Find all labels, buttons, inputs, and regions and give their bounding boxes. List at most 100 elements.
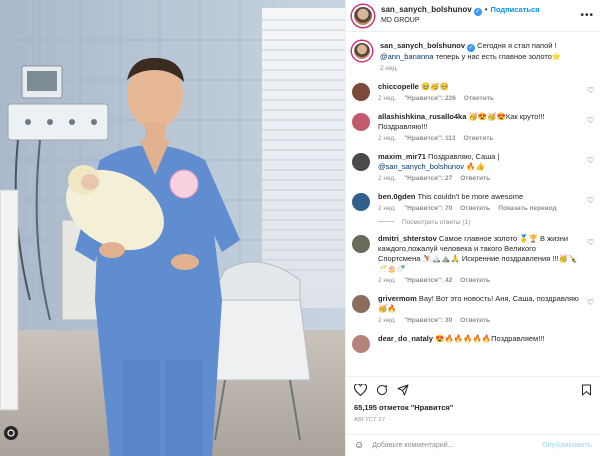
comment-username[interactable]: allashishkina_rusallo4ka xyxy=(378,112,466,121)
heart-icon[interactable]: ♡ xyxy=(587,298,594,307)
hospital-photo-illustration xyxy=(0,0,345,456)
instagram-post: san_sanych_bolshunov ✓ • Подписаться MD GRO… xyxy=(0,0,600,456)
comment-item: chiccopelle 🥹🥳🥺 2 нед. "Нравится": 226 Отв… xyxy=(352,82,594,104)
caption-time[interactable]: 2 нед. xyxy=(380,65,398,72)
heart-icon[interactable]: ♡ xyxy=(587,196,594,205)
comment-meta: 2 нед. "Нравится": 30 Ответить xyxy=(378,317,580,326)
save-icon[interactable] xyxy=(581,384,592,396)
comment-time[interactable]: 2 нед. xyxy=(378,277,396,284)
reply-button[interactable]: Ответить xyxy=(460,277,490,284)
comment-body: maxim_mir71 Поздравляю, Саша | @san_sany… xyxy=(378,152,594,184)
comment-username[interactable]: chiccopelle xyxy=(378,82,419,91)
comment-time[interactable]: 2 нед. xyxy=(378,317,396,324)
comment-mention[interactable]: @san_sanych_bolshunov xyxy=(378,162,464,171)
comment-body: chiccopelle 🥹🥳🥺 2 нед. "Нравится": 226 Отв… xyxy=(378,82,594,104)
caption-mention[interactable]: @ann_bananna xyxy=(380,52,434,61)
comment-body: dmitri_shterstov Самое главное золото 🥇🏆… xyxy=(378,234,594,286)
comment-meta: 2 нед. "Нравится": 70 Ответить Показать пер… xyxy=(378,205,580,214)
comment-likes[interactable]: "Нравится": 30 xyxy=(404,317,452,324)
comment-meta: 2 нед. "Нравится": 42 Ответить xyxy=(378,277,580,286)
comment-likes[interactable]: "Нравится": 42 xyxy=(404,277,452,284)
view-replies-button[interactable]: Посмотреть ответы (1) xyxy=(378,219,594,226)
commenter-avatar[interactable] xyxy=(352,234,370,253)
comment-item: dmitri_shterstov Самое главное золото 🥇🏆… xyxy=(352,234,594,286)
commenter-avatar[interactable] xyxy=(352,192,370,211)
avatar[interactable] xyxy=(352,4,374,27)
comment-text: This couldn't be more awesome xyxy=(417,191,524,201)
caption: san_sanych_bolshunov ✓ Сегодня я стал пап… xyxy=(352,41,594,74)
comment-item: dear_do_nataly 😍🔥🔥🔥🔥🔥Поздравляем!!! xyxy=(352,334,594,353)
post-date[interactable]: АВГУСТ 27 xyxy=(354,417,592,423)
comment-item: maxim_mir71 Поздравляю, Саша | @san_sany… xyxy=(352,152,594,184)
comment-likes[interactable]: "Нравится": 226 xyxy=(404,95,456,102)
comment-meta: 2 нед. "Нравится": 226 Ответить xyxy=(378,95,580,104)
comment-likes[interactable]: "Нравится": 27 xyxy=(404,175,452,182)
commenter-avatar[interactable] xyxy=(352,294,370,313)
comment-time[interactable]: 2 нед. xyxy=(378,205,396,212)
heart-icon[interactable]: ♡ xyxy=(587,116,594,125)
comment-likes[interactable]: "Нравится": 113 xyxy=(404,135,455,142)
heart-icon[interactable] xyxy=(354,384,367,396)
add-comment-bar: ☺ Добавьте комментарий... Опубликовать xyxy=(346,434,600,456)
emoji-icon[interactable]: ☺ xyxy=(354,440,364,451)
follow-button[interactable]: Подписаться xyxy=(491,5,540,14)
comment-time[interactable]: 2 нед. xyxy=(378,135,396,142)
comment-likes[interactable]: "Нравится": 70 xyxy=(404,205,452,212)
publish-button[interactable]: Опубликовать xyxy=(542,442,592,449)
heart-icon[interactable]: ♡ xyxy=(587,86,594,95)
comment-username[interactable]: grivermom xyxy=(378,294,417,303)
caption-body: san_sanych_bolshunov ✓ Сегодня я стал пап… xyxy=(380,41,594,74)
heart-icon[interactable]: ♡ xyxy=(587,156,594,165)
translate-button[interactable]: Показать перевод xyxy=(498,205,556,212)
comment-username[interactable]: dmitri_shterstov xyxy=(378,234,437,243)
verified-icon: ✓ xyxy=(467,44,476,52)
comment-time[interactable]: 2 нед. xyxy=(378,175,396,182)
reply-button[interactable]: Ответить xyxy=(464,135,494,142)
comment-text: Поздравляю, Саша | xyxy=(428,151,500,161)
header-subtitle[interactable]: MD GROUP xyxy=(381,16,540,25)
comment-time[interactable]: 2 нед. xyxy=(378,95,396,102)
post-header: san_sanych_bolshunov ✓ • Подписаться MD GRO… xyxy=(346,0,600,32)
header-username[interactable]: san_sanych_bolshunov xyxy=(381,5,472,14)
post-side-panel: san_sanych_bolshunov ✓ • Подписаться MD GRO… xyxy=(345,0,600,456)
header-meta: san_sanych_bolshunov ✓ • Подписаться MD GRO… xyxy=(381,5,540,25)
comment-text: 🥹🥳🥺 xyxy=(420,81,449,91)
comment-body: allashishkina_rusallo4ka 🥳😍🥳😍Как круто!!… xyxy=(378,112,594,144)
action-icons xyxy=(354,377,592,403)
separator-dot: • xyxy=(484,5,488,15)
caption-text: Сегодня я стал папой ! xyxy=(477,41,557,50)
commenter-avatar[interactable] xyxy=(352,112,370,131)
comment-username[interactable]: maxim_mir71 xyxy=(378,152,426,161)
commenter-avatar[interactable] xyxy=(352,334,370,353)
reply-button[interactable]: Ответить xyxy=(460,175,490,182)
comment-body: grivermom Вау! Вот это новость! Аня, Саш… xyxy=(378,294,594,326)
verified-icon: ✓ xyxy=(473,8,482,17)
likes-count[interactable]: 65,195 отметок "Нравится" xyxy=(354,403,592,412)
commenter-avatar[interactable] xyxy=(352,82,370,101)
commenter-avatar[interactable] xyxy=(352,152,370,171)
comment-meta: 2 нед. "Нравится": 113 Ответить xyxy=(378,135,580,144)
heart-icon[interactable]: ♡ xyxy=(587,238,594,247)
comment-item: ben.0gden This couldn't be more awesome … xyxy=(352,192,594,214)
comment-item: allashishkina_rusallo4ka 🥳😍🥳😍Как круто!!… xyxy=(352,112,594,144)
reply-button[interactable]: Ответить xyxy=(460,317,490,324)
comment-text: 😍🔥🔥🔥🔥🔥Поздравляем!!! xyxy=(435,333,545,343)
caption-username[interactable]: san_sanych_bolshunov xyxy=(380,41,465,50)
share-icon[interactable] xyxy=(397,384,409,396)
comment-body: dear_do_nataly 😍🔥🔥🔥🔥🔥Поздравляем!!! xyxy=(378,334,594,353)
comment-input[interactable]: Добавьте комментарий... xyxy=(372,442,453,449)
comment-item: grivermom Вау! Вот это новость! Аня, Саш… xyxy=(352,294,594,326)
comment-text-after: 🔥👍 xyxy=(466,161,485,171)
caption-meta: 2 нед. xyxy=(380,65,580,74)
comments-list[interactable]: san_sanych_bolshunov ✓ Сегодня я стал пап… xyxy=(346,33,600,376)
caption-text-after: теперь у нас есть главное золото⭐ xyxy=(435,52,562,61)
reply-button[interactable]: Ответить xyxy=(460,205,490,212)
caption-avatar[interactable] xyxy=(352,41,372,61)
more-icon[interactable]: ••• xyxy=(580,10,594,21)
post-photo[interactable] xyxy=(0,0,345,456)
comment-username[interactable]: dear_do_nataly xyxy=(378,334,433,343)
reply-button[interactable]: Ответить xyxy=(464,95,494,102)
comment-meta: 2 нед. "Нравится": 27 Ответить xyxy=(378,175,580,184)
comment-username[interactable]: ben.0gden xyxy=(378,192,416,201)
comment-icon[interactable] xyxy=(376,384,388,396)
